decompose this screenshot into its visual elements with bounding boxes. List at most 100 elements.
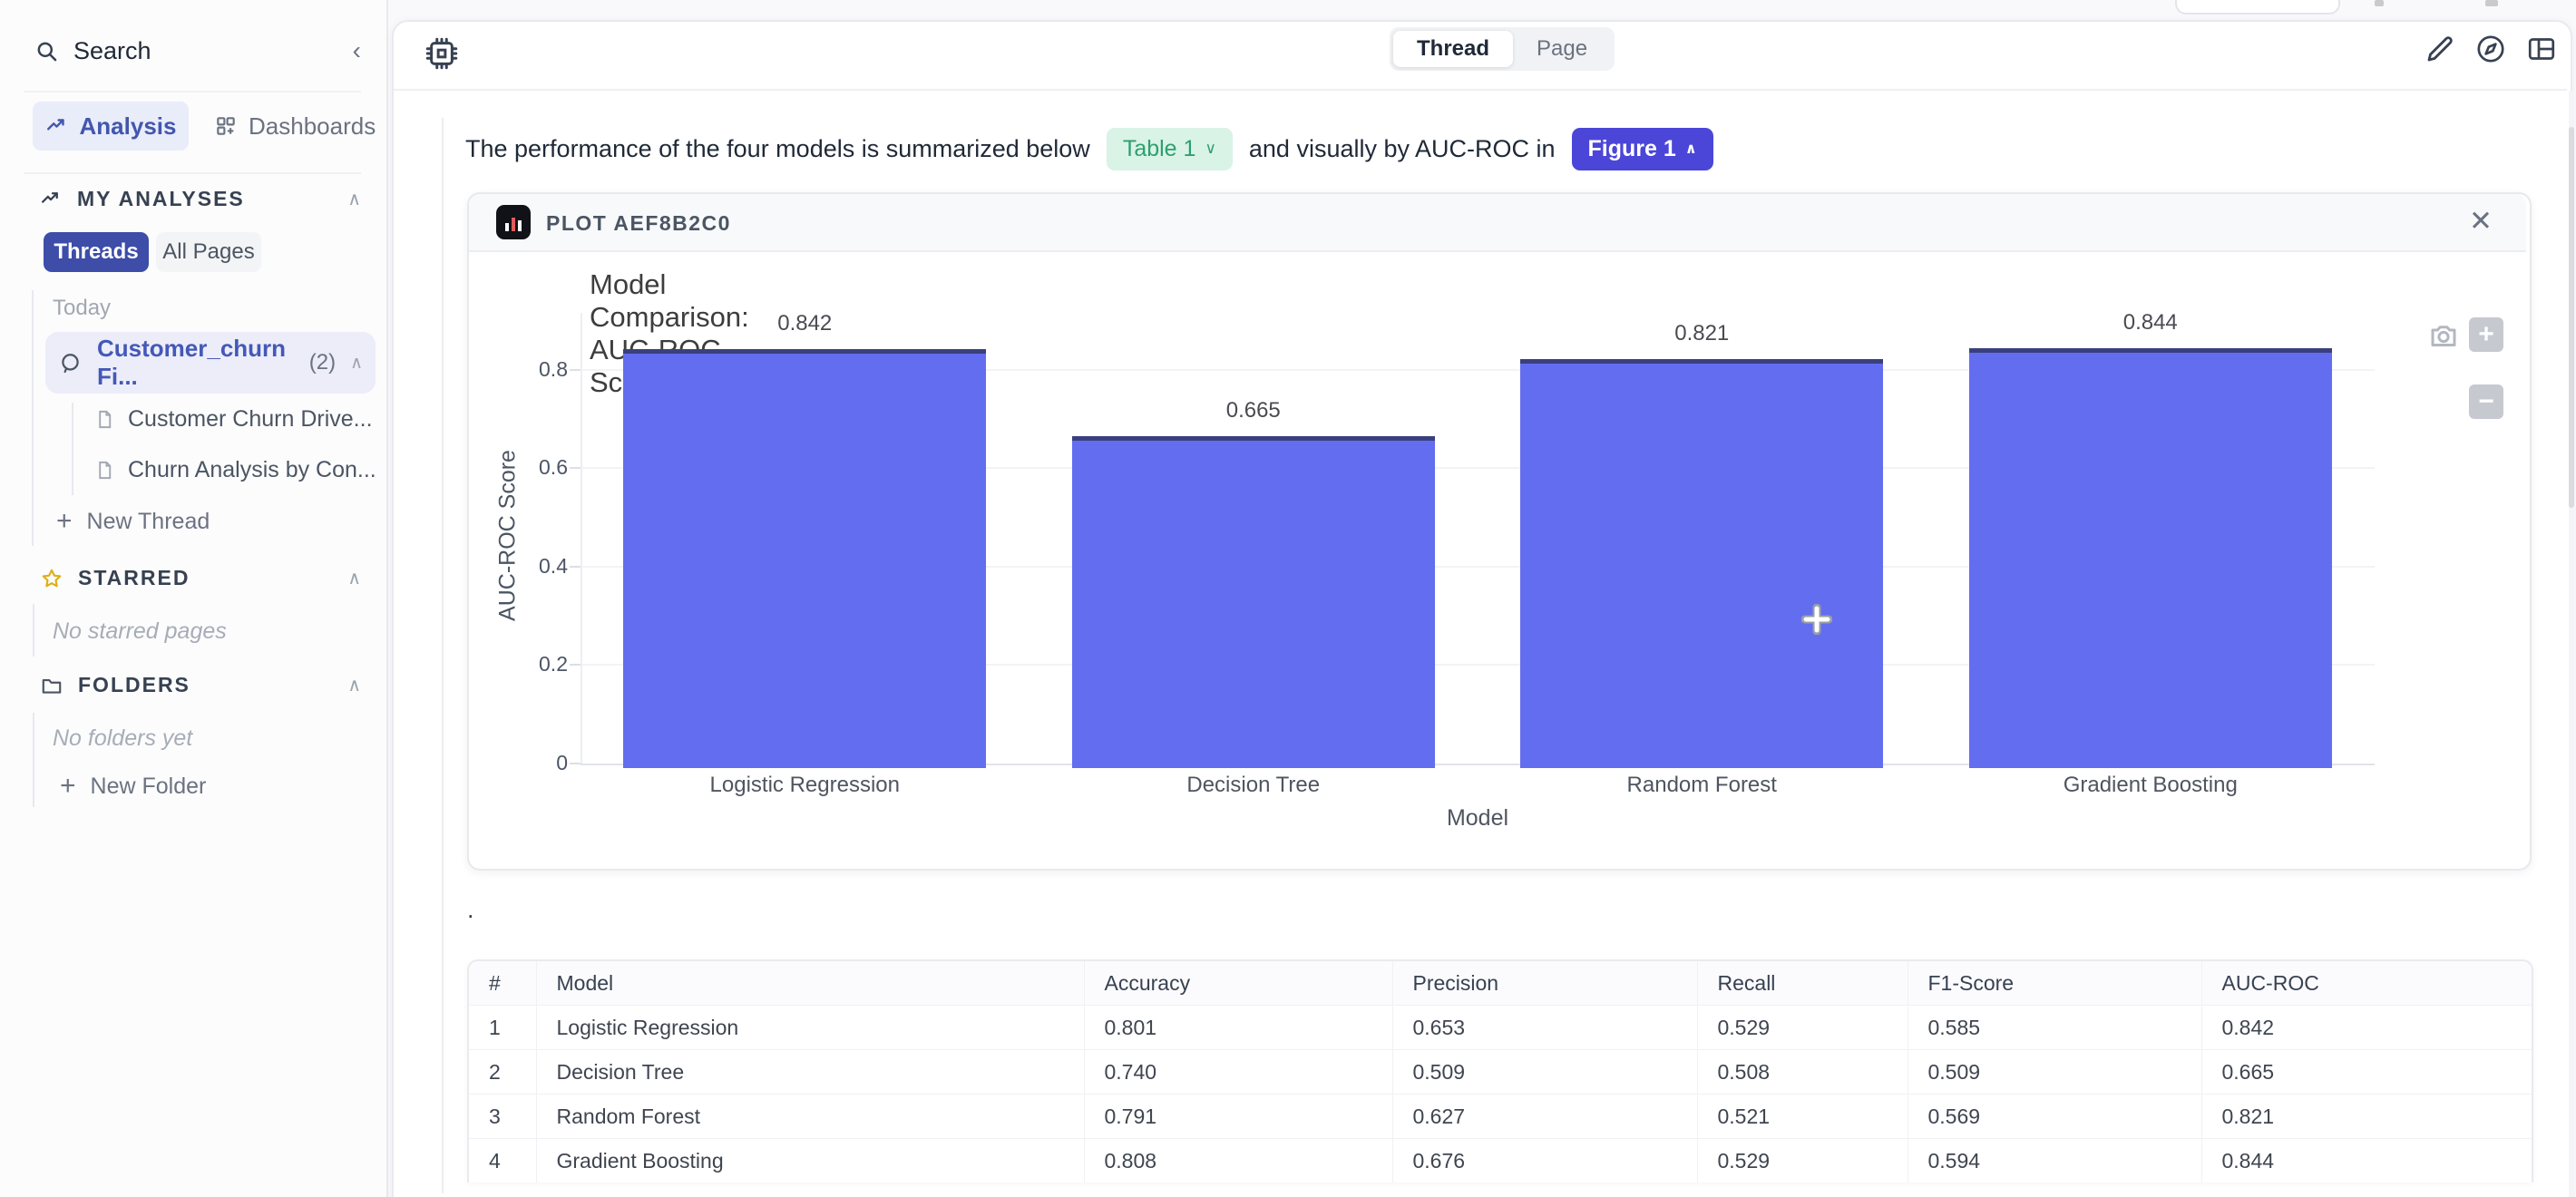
table-cell: 0.676 [1392, 1139, 1697, 1183]
chevron-up-icon[interactable]: ∧ [347, 674, 361, 696]
thread-item-count: (2) [309, 350, 336, 375]
x-axis-label: Model [1387, 805, 1568, 832]
my-analyses-header[interactable]: MY ANALYSES ∧ [40, 187, 361, 211]
y-tick-label: 0.2 [486, 652, 568, 676]
edit-icon[interactable] [2424, 33, 2456, 65]
table-cell: Random Forest [536, 1095, 1084, 1139]
y-tick-label: 0.4 [486, 554, 568, 579]
table-1-chip-label: Table 1 [1123, 136, 1196, 162]
new-folder-button[interactable]: + New Folder [60, 773, 206, 800]
sidebar-collapse-icon[interactable]: ‹ [353, 36, 361, 65]
tab-thread[interactable]: Thread [1393, 31, 1513, 67]
assistant-message: The performance of the four models is su… [465, 125, 1713, 172]
message-text: The performance of the four models is su… [465, 135, 1090, 163]
tab-dashboards-label: Dashboards [249, 112, 376, 141]
threads-toggle-button[interactable]: Threads [44, 232, 149, 272]
y-tick-label: 0 [486, 751, 568, 775]
chevron-up-icon: ∧ [1685, 140, 1697, 158]
bar-logistic-regression[interactable] [623, 349, 986, 768]
x-tick-label: Logistic Regression [614, 773, 995, 798]
y-axis-label: AUC-ROC Score [495, 400, 522, 672]
table-cell: 1 [469, 1006, 536, 1050]
chevron-down-icon: ∨ [1205, 140, 1215, 158]
page-item[interactable]: Churn Analysis by Con... [94, 457, 376, 483]
table-1-chip[interactable]: Table 1 ∨ [1107, 128, 1233, 170]
cutoff-toolbar [2175, 0, 2340, 15]
new-thread-button[interactable]: + New Thread [56, 508, 210, 535]
all-pages-toggle-button[interactable]: All Pages [156, 232, 261, 272]
table-row: 2Decision Tree0.7400.5090.5080.5090.665 [469, 1050, 2532, 1095]
figure-1-chip[interactable]: Figure 1 ∧ [1572, 128, 1713, 170]
layout-panel-icon[interactable] [2525, 33, 2558, 65]
metrics-table: #ModelAccuracyPrecisionRecallF1-ScoreAUC… [469, 961, 2532, 1182]
cutoff-mark [2375, 0, 2384, 6]
table-header-row: #ModelAccuracyPrecisionRecallF1-ScoreAUC… [469, 961, 2532, 1006]
bar-gradient-boosting[interactable] [1969, 348, 2332, 768]
column-header-model: Model [536, 961, 1084, 1006]
x-tick-label: Gradient Boosting [1960, 773, 2341, 798]
chevron-up-icon[interactable]: ∧ [347, 567, 361, 589]
my-analyses-label: MY ANALYSES [77, 187, 245, 211]
zoom-in-button[interactable]: + [2469, 317, 2503, 352]
camera-icon[interactable] [2427, 319, 2460, 352]
view-switcher: Thread Page [1390, 27, 1615, 71]
x-tick-label: Random Forest [1511, 773, 1892, 798]
bar-decision-tree[interactable] [1072, 436, 1435, 768]
table-row: 4Gradient Boosting0.8080.6760.5290.5940.… [469, 1139, 2532, 1183]
plot-title-label: PLOT AEF8B2C0 [546, 211, 731, 236]
threads-toggle-label: Threads [54, 239, 138, 265]
table-row: 3Random Forest0.7910.6270.5210.5690.821 [469, 1095, 2532, 1139]
plus-icon: + [56, 508, 73, 535]
search-row[interactable]: Search ‹ [34, 36, 361, 65]
table-cell: 2 [469, 1050, 536, 1095]
table-cell: 0.594 [1908, 1139, 2201, 1183]
starred-guide-line [33, 604, 34, 657]
column-header-precision: Precision [1392, 961, 1697, 1006]
scrollbar-thumb[interactable] [2569, 127, 2574, 508]
compass-icon[interactable] [2474, 33, 2507, 65]
column-header--: # [469, 961, 536, 1006]
table-cell: 4 [469, 1139, 536, 1183]
bar-value-label: 0.821 [1625, 321, 1779, 346]
y-tick-mark [570, 763, 581, 764]
header-divider [394, 89, 2567, 91]
tab-dashboards[interactable]: Dashboards [214, 102, 376, 151]
table-cell: 0.521 [1697, 1095, 1908, 1139]
all-pages-toggle-label: All Pages [162, 239, 254, 265]
table-cell: 0.508 [1697, 1050, 1908, 1095]
divider [24, 91, 361, 92]
starred-header[interactable]: STARRED ∧ [40, 566, 361, 590]
table-cell: 0.509 [1908, 1050, 2201, 1095]
tab-page[interactable]: Page [1513, 31, 1611, 67]
thread-item-title: Customer_churn Fi... [97, 335, 295, 391]
chevron-up-icon[interactable]: ∧ [347, 188, 361, 210]
column-header-f1-score: F1-Score [1908, 961, 2201, 1006]
page-item[interactable]: Customer Churn Drive... [94, 406, 373, 433]
thread-item-selected[interactable]: Customer_churn Fi... (2) ∧ [45, 332, 376, 394]
table-cell: 3 [469, 1095, 536, 1139]
zoom-out-button[interactable]: − [2469, 384, 2503, 419]
plus-icon: + [60, 773, 76, 800]
thread-pages-guide-line [72, 403, 73, 495]
tab-analysis[interactable]: Analysis [33, 102, 189, 151]
y-axis-line [581, 313, 582, 764]
table-cell: 0.740 [1084, 1050, 1392, 1095]
content-guide-line [442, 118, 444, 1193]
table-cell: 0.842 [2201, 1006, 2532, 1050]
chevron-up-icon[interactable]: ∧ [350, 353, 363, 374]
table-cell: Logistic Regression [536, 1006, 1084, 1050]
page-item-label: Churn Analysis by Con... [128, 457, 376, 483]
table-cell: 0.529 [1697, 1006, 1908, 1050]
folders-header[interactable]: FOLDERS ∧ [40, 673, 361, 697]
message-text: and visually by AUC-ROC in [1249, 135, 1556, 163]
column-header-recall: Recall [1697, 961, 1908, 1006]
table-cell: 0.791 [1084, 1095, 1392, 1139]
column-header-accuracy: Accuracy [1084, 961, 1392, 1006]
table-cell: 0.509 [1392, 1050, 1697, 1095]
new-folder-label: New Folder [91, 774, 207, 800]
cutoff-mark [2485, 0, 2498, 6]
bar-random-forest[interactable] [1520, 359, 1883, 768]
chat-bubble-icon [58, 351, 83, 375]
model-chip-icon[interactable] [423, 34, 461, 73]
close-icon[interactable]: ✕ [2469, 205, 2493, 238]
